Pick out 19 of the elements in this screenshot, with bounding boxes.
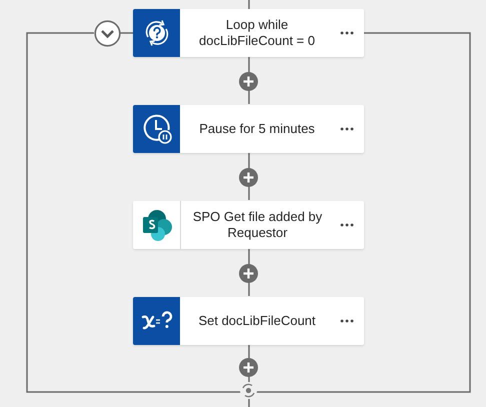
loop-end-icon xyxy=(240,382,257,399)
more-icon xyxy=(340,223,354,227)
more-icon xyxy=(340,31,354,35)
add-step-button[interactable] xyxy=(239,72,258,90)
action-card[interactable]: Pause for 5 minutes xyxy=(133,105,364,153)
action-card[interactable]: Loop while docLibFileCount = 0 xyxy=(133,9,364,57)
action-card[interactable]: Set docLibFileCount xyxy=(133,297,364,345)
action-title: Set docLibFileCount xyxy=(197,313,317,329)
action-card[interactable]: SPO Get file added by Requestor xyxy=(133,201,364,249)
add-step-button[interactable] xyxy=(239,264,258,282)
add-step-button[interactable] xyxy=(239,358,258,377)
collapse-button[interactable] xyxy=(94,20,121,47)
more-icon xyxy=(340,127,354,131)
action-title: Loop while docLibFileCount = 0 xyxy=(198,17,316,49)
action-title: SPO Get file added by Requestor xyxy=(192,209,324,241)
action-title: Pause for 5 minutes xyxy=(198,121,316,137)
add-step-button[interactable] xyxy=(239,168,258,186)
more-icon xyxy=(340,319,354,323)
clock-icon xyxy=(140,113,172,145)
